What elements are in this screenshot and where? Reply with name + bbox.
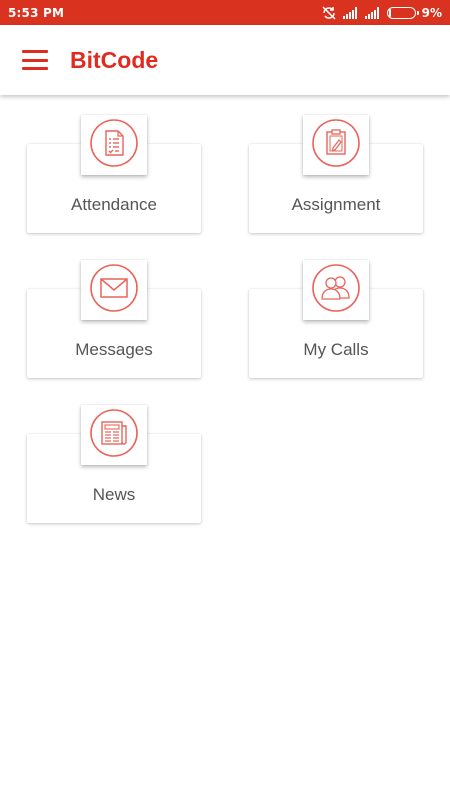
- status-bar: 5:53 PM 9%: [0, 0, 450, 25]
- tile-label: My Calls: [303, 340, 369, 359]
- contacts-people-icon: [311, 263, 361, 317]
- hamburger-menu-icon[interactable]: [22, 50, 48, 70]
- battery-level: [388, 8, 392, 17]
- tile-label: Attendance: [70, 195, 157, 214]
- tile-my-calls[interactable]: My Calls: [249, 260, 423, 378]
- app-bar: BitCode: [0, 25, 450, 95]
- signal-icon: [342, 6, 359, 19]
- envelope-icon: [89, 263, 139, 317]
- tile-label: News: [92, 485, 136, 504]
- signal-icon-2: [364, 6, 381, 19]
- status-icons: 9%: [321, 6, 442, 20]
- attendance-sheet-icon: [89, 118, 139, 172]
- tile-icon-box: [303, 115, 369, 175]
- sync-off-icon: [321, 5, 337, 20]
- battery-percent: 9%: [421, 5, 442, 20]
- tile-news[interactable]: News: [27, 405, 201, 523]
- app-title: BitCode: [70, 46, 159, 73]
- tile-label: Assignment: [291, 195, 381, 214]
- newspaper-icon: [89, 408, 139, 462]
- status-time: 5:53 PM: [8, 5, 65, 20]
- battery-icon: [386, 6, 419, 19]
- tile-icon-box: [81, 260, 147, 320]
- tile-icon-box: [303, 260, 369, 320]
- tile-attendance[interactable]: Attendance: [27, 115, 201, 233]
- tile-icon-box: [81, 405, 147, 465]
- clipboard-pencil-icon: [311, 118, 361, 172]
- tile-assignment[interactable]: Assignment: [249, 115, 423, 233]
- tile-messages[interactable]: Messages: [27, 260, 201, 378]
- tile-label: Messages: [75, 340, 153, 359]
- tile-icon-box: [81, 115, 147, 175]
- dashboard-grid: Attendance Assignment Messages My Calls …: [0, 95, 450, 800]
